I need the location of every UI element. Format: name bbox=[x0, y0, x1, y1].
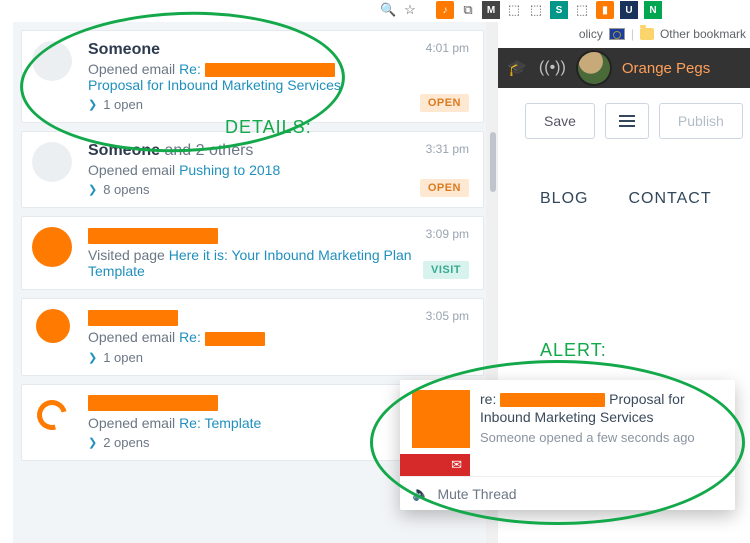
speaker-icon: 🔈 bbox=[412, 485, 429, 502]
onenote-ext-icon[interactable]: N bbox=[644, 1, 662, 19]
mute-thread-button[interactable]: 🔈 Mute Thread bbox=[400, 476, 735, 510]
site-nav: BLOG CONTACT bbox=[540, 190, 712, 208]
activity-card[interactable]: 3:31 pmSomeone and 2 others Opened email … bbox=[21, 131, 484, 208]
save-button[interactable]: Save bbox=[525, 103, 595, 139]
publish-button[interactable]: Publish bbox=[659, 103, 743, 139]
account-name[interactable]: Orange Pegs bbox=[622, 60, 710, 77]
scrollbar-thumb[interactable] bbox=[490, 132, 496, 192]
chevron-right-icon: ❯ bbox=[88, 98, 97, 111]
activity-badge: OPEN bbox=[420, 94, 469, 112]
activity-link[interactable]: Re: bbox=[179, 329, 265, 345]
menu-button[interactable] bbox=[605, 103, 649, 139]
chevron-right-icon: ❯ bbox=[88, 436, 97, 449]
activity-time: 3:05 pm bbox=[426, 309, 469, 323]
activity-time: 3:31 pm bbox=[426, 142, 469, 156]
contact-avatar bbox=[32, 142, 72, 182]
magnifier-icon[interactable]: 🔍 bbox=[380, 2, 396, 18]
activity-action: Opened email Pushing to 2018 bbox=[88, 162, 469, 178]
hamburger-icon bbox=[619, 115, 635, 127]
avatar[interactable] bbox=[578, 52, 610, 84]
open-count-toggle[interactable]: ❯8 opens bbox=[88, 182, 469, 197]
activity-badge: OPEN bbox=[420, 179, 469, 197]
activity-action: Visited page Here it is: Your Inbound Ma… bbox=[88, 247, 469, 279]
contact-name bbox=[88, 309, 469, 327]
editor-toolbar: Save Publish bbox=[525, 103, 743, 139]
activity-badge: VISIT bbox=[423, 261, 469, 279]
annotation-label-alert: ALERT: bbox=[540, 340, 607, 361]
eu-flag-icon[interactable] bbox=[609, 28, 625, 40]
contact-avatar bbox=[32, 41, 72, 81]
academy-icon[interactable]: 🎓 bbox=[507, 58, 527, 78]
browser-extension-row: 🔍 ☆ ♪ ⧉ M ⬚ ⬚ S ⬚ ▮ U N bbox=[0, 0, 750, 20]
broadcast-icon[interactable]: ((•)) bbox=[539, 59, 566, 77]
toast-avatar bbox=[412, 390, 470, 448]
toast-subject: re: Proposal for Inbound Marketing Servi… bbox=[480, 390, 723, 426]
envelope-icon: ✉ bbox=[451, 457, 462, 473]
contact-name: Someone bbox=[88, 41, 469, 59]
open-count-toggle[interactable]: ❯1 open bbox=[88, 97, 469, 112]
contact-avatar bbox=[32, 227, 72, 267]
contact-avatar bbox=[32, 395, 72, 435]
activity-card[interactable]: 3:05 pm Opened email Re: ❯1 open bbox=[21, 298, 484, 375]
ext-icon[interactable]: ⬚ bbox=[506, 2, 522, 18]
star-icon[interactable]: ☆ bbox=[402, 2, 418, 18]
activity-action: Opened email Re: bbox=[88, 329, 469, 345]
nav-contact[interactable]: CONTACT bbox=[628, 190, 711, 208]
toast-meta: Someone opened a few seconds ago bbox=[480, 430, 723, 445]
notification-toast[interactable]: re: Proposal for Inbound Marketing Servi… bbox=[400, 380, 735, 510]
gmail-ext-icon[interactable]: M bbox=[482, 1, 500, 19]
ublock-ext-icon[interactable]: U bbox=[620, 1, 638, 19]
activity-time: 4:01 pm bbox=[426, 41, 469, 55]
contact-avatar bbox=[36, 309, 70, 343]
chevron-right-icon: ❯ bbox=[88, 183, 97, 196]
bookmark-bar: olicy | Other bookmark bbox=[579, 22, 750, 46]
ext-icon[interactable]: ▮ bbox=[596, 1, 614, 19]
activity-time: 3:09 pm bbox=[426, 227, 469, 241]
nav-blog[interactable]: BLOG bbox=[540, 190, 588, 208]
ext-icon[interactable]: ⬚ bbox=[528, 2, 544, 18]
open-count-toggle[interactable]: ❯1 open bbox=[88, 350, 469, 365]
activity-link-line2[interactable]: Proposal for Inbound Marketing Services bbox=[88, 77, 469, 93]
toast-accent-bar: ✉ bbox=[400, 454, 735, 476]
activity-card[interactable]: 3:09 pm Visited page Here it is: Your Inb… bbox=[21, 216, 484, 290]
chevron-right-icon: ❯ bbox=[88, 351, 97, 364]
ext-icon[interactable]: ⧉ bbox=[460, 2, 476, 18]
skype-ext-icon[interactable]: S bbox=[550, 1, 568, 19]
ext-icon[interactable]: ⬚ bbox=[574, 2, 590, 18]
hubspot-ext-icon[interactable]: ♪ bbox=[436, 1, 454, 19]
activity-card[interactable]: 4:01 pmSomeone Opened email Re: Proposal … bbox=[21, 30, 484, 123]
bookmark-other[interactable]: Other bookmark bbox=[660, 27, 746, 41]
activity-action: Opened email Re: bbox=[88, 61, 469, 77]
activity-link[interactable]: Re: bbox=[179, 61, 335, 77]
app-header: 🎓 ((•)) Orange Pegs bbox=[497, 48, 750, 88]
folder-icon[interactable] bbox=[640, 28, 654, 40]
activity-link[interactable]: Pushing to 2018 bbox=[179, 162, 280, 178]
activity-link[interactable]: Re: Template bbox=[179, 415, 261, 431]
contact-name bbox=[88, 227, 469, 245]
contact-name: Someone and 2 others bbox=[88, 142, 469, 160]
bookmark-policy[interactable]: olicy bbox=[579, 27, 603, 41]
